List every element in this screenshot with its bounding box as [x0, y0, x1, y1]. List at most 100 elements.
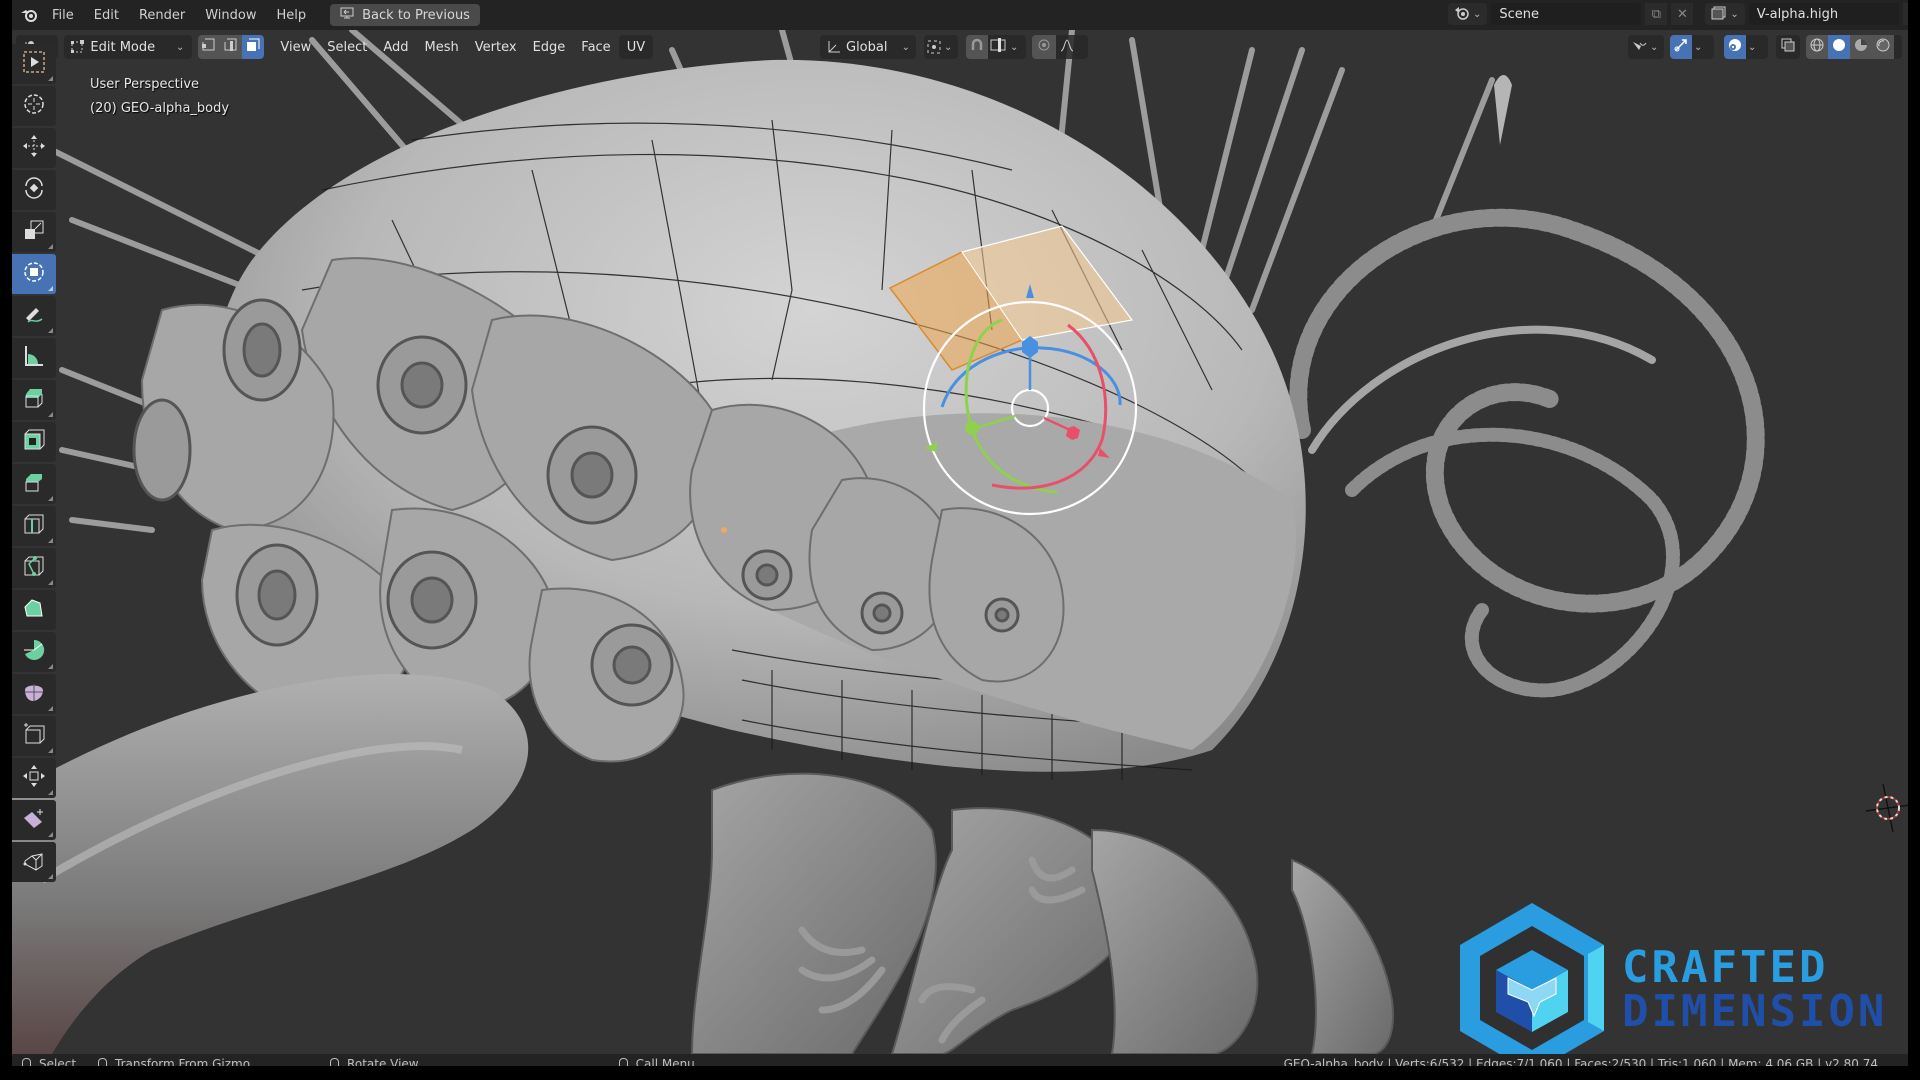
active-object-label: (20) GEO-alpha_body	[90, 101, 230, 116]
mouse-middle-icon	[330, 1058, 340, 1066]
menu-edit[interactable]: Edit	[84, 8, 129, 23]
chevron-down-icon: ⌄	[1730, 8, 1739, 20]
falloff-dropdown[interactable]	[1056, 35, 1078, 59]
front-arm	[12, 674, 529, 1054]
new-scene-button[interactable]: ⧉	[1645, 3, 1668, 25]
tool-annotate[interactable]	[12, 296, 56, 336]
tool-spin[interactable]	[12, 632, 56, 672]
rendered-shading-button[interactable]	[1872, 35, 1894, 59]
tool-rotate[interactable]	[12, 170, 56, 210]
chevron-down-icon: ⌄	[901, 41, 910, 53]
tool-measure[interactable]	[12, 338, 56, 378]
snap-toggle[interactable]	[966, 35, 988, 59]
snap-target-dropdown[interactable]: ⌄	[988, 35, 1020, 59]
tool-move[interactable]	[12, 128, 56, 168]
menu-edge[interactable]: Edge	[525, 35, 574, 59]
transform-icon	[22, 260, 46, 288]
scene-name-field[interactable]: Scene	[1491, 3, 1642, 25]
edge-select-button[interactable]	[220, 35, 243, 59]
scene-browse-button[interactable]: ⌄	[1448, 3, 1488, 25]
mouse-right-icon	[618, 1058, 628, 1066]
mode-label: Edit Mode	[90, 39, 156, 55]
xray-toggle[interactable]	[1776, 35, 1800, 59]
menu-add[interactable]: Add	[375, 35, 416, 59]
menu-help[interactable]: Help	[267, 8, 317, 23]
tool-smooth[interactable]	[12, 674, 56, 714]
tool-shear[interactable]	[12, 800, 56, 840]
view-layer-icon	[1711, 6, 1727, 23]
solid-shading-button[interactable]	[1828, 35, 1850, 59]
tool-transform[interactable]	[12, 254, 56, 294]
back-to-previous-button[interactable]: Back to Previous	[330, 4, 480, 26]
magnet-icon	[970, 38, 984, 56]
pivot-point-dropdown[interactable]: ⌄	[924, 35, 958, 59]
tool-inset-faces[interactable]	[12, 422, 56, 462]
chevron-down-icon: ⌄	[1010, 41, 1019, 53]
vertex-select-button[interactable]	[198, 35, 221, 59]
menu-mesh[interactable]: Mesh	[417, 35, 467, 59]
mouse-drag-icon	[98, 1058, 108, 1066]
menu-render[interactable]: Render	[129, 8, 195, 23]
shrink-fatten-icon	[22, 764, 46, 792]
gizmo-icon	[1674, 38, 1688, 56]
tool-shrink-fatten[interactable]	[12, 758, 56, 798]
chevron-down-icon: ⌄	[1748, 41, 1757, 53]
chevron-down-icon: ⌄	[1694, 41, 1703, 53]
new-view-layer-button[interactable]: ⧉	[1902, 3, 1908, 25]
scene-selectors: ⌄ Scene ⧉ ✕ ⌄ V-alpha.high ⧉ ✕	[1448, 3, 1908, 25]
blender-logo-icon[interactable]	[16, 5, 42, 25]
orientation-icon	[820, 35, 846, 59]
menu-window[interactable]: Window	[195, 8, 266, 23]
extrude-icon	[22, 386, 46, 414]
cursor-pick-icon	[1628, 35, 1650, 59]
scale-icon	[22, 218, 46, 246]
tool-bevel[interactable]	[12, 464, 56, 504]
transform-orientation-dropdown[interactable]: Global ⌄	[820, 35, 916, 59]
tool-poly-build[interactable]	[12, 590, 56, 630]
perspective-label: User Perspective	[90, 77, 200, 92]
material-shading-button[interactable]	[1850, 35, 1872, 59]
overlay-toggle[interactable]	[1724, 35, 1746, 59]
tool-knife[interactable]	[12, 548, 56, 588]
tool-edge-slide[interactable]	[12, 716, 56, 756]
chevron-down-icon: ⌄	[944, 41, 953, 53]
delete-scene-button[interactable]: ✕	[1671, 3, 1694, 25]
status-bar: Select Transform From Gizmo Rotate View …	[12, 1054, 1908, 1066]
back-to-previous-label: Back to Previous	[362, 7, 470, 23]
close-icon: ✕	[1676, 6, 1688, 22]
tool-rip-region[interactable]	[12, 842, 56, 882]
tool-cursor[interactable]	[12, 86, 56, 126]
knife-icon	[22, 554, 46, 582]
menu-face[interactable]: Face	[573, 35, 618, 59]
menu-uv[interactable]: UV	[618, 35, 654, 59]
overlay-group: ⌄	[1724, 35, 1768, 59]
hint-select: Select	[22, 1057, 76, 1066]
menu-view[interactable]: View	[272, 35, 319, 59]
tool-shelf	[12, 44, 58, 884]
mode-dropdown[interactable]: Edit Mode ⌄	[64, 35, 193, 59]
orientation-label: Global	[846, 39, 888, 55]
tool-extrude-region[interactable]	[12, 380, 56, 420]
3d-viewport[interactable]: User Perspective (20) GEO-alpha_body CRA…	[12, 30, 1908, 1054]
gizmo-toggle[interactable]	[1670, 35, 1692, 59]
tool-select-box[interactable]	[12, 44, 56, 84]
tool-loop-cut[interactable]	[12, 506, 56, 546]
menu-file[interactable]: File	[42, 8, 84, 23]
face-select-button[interactable]	[242, 35, 265, 59]
snap-group: ⌄	[966, 35, 1026, 59]
proportional-icon	[1037, 38, 1051, 56]
view-layer-name-field[interactable]: V-alpha.high	[1748, 3, 1899, 25]
top-menu-bar: File Edit Render Window Help Back to Pre…	[12, 0, 1908, 30]
proportional-edit-toggle[interactable]	[1032, 35, 1056, 59]
menu-select[interactable]: Select	[319, 35, 375, 59]
menu-vertex[interactable]: Vertex	[467, 35, 525, 59]
chevron-down-icon: ⌄	[176, 41, 185, 53]
select-tool-dropdown[interactable]: ⌄	[1628, 35, 1664, 59]
chevron-down-icon: ⌄	[1650, 41, 1659, 53]
cursor-icon	[22, 92, 46, 120]
wireframe-shading-button[interactable]	[1806, 35, 1828, 59]
tool-scale[interactable]	[12, 212, 56, 252]
view-layer-browse-button[interactable]: ⌄	[1705, 3, 1745, 25]
scene-statistics: GEO-alpha_body | Verts:6/532 | Edges:7/1…	[1283, 1057, 1878, 1066]
hint-transform-label: Transform From Gizmo	[115, 1057, 251, 1066]
